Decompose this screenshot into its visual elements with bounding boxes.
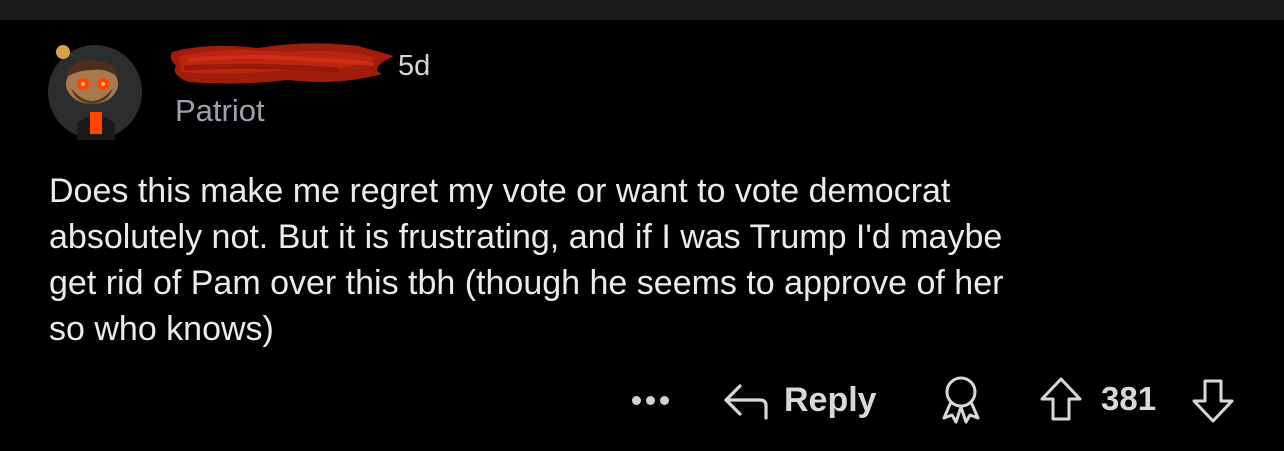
redacted-username xyxy=(168,38,396,88)
award-button[interactable] xyxy=(938,374,984,424)
vote-score: 381 xyxy=(1101,380,1157,417)
award-icon xyxy=(942,376,980,424)
downvote-button[interactable] xyxy=(1188,376,1238,426)
snoo-avatar-icon xyxy=(48,45,142,140)
more-icon xyxy=(631,395,669,405)
comment-body: Does this make me regret my vote or want… xyxy=(49,172,1004,348)
comment-timestamp: 5d xyxy=(398,50,431,82)
downvote-arrow-icon xyxy=(1192,379,1234,423)
reply-label: Reply xyxy=(784,381,877,419)
reply-button[interactable]: Reply xyxy=(722,374,877,426)
reply-arrow-icon xyxy=(724,384,768,420)
top-bar xyxy=(0,0,1284,20)
more-options-button[interactable] xyxy=(626,380,674,420)
upvote-button[interactable] xyxy=(1036,374,1086,424)
user-avatar[interactable] xyxy=(47,44,143,140)
user-flair: Patriot xyxy=(175,93,265,128)
upvote-arrow-icon xyxy=(1040,377,1082,421)
